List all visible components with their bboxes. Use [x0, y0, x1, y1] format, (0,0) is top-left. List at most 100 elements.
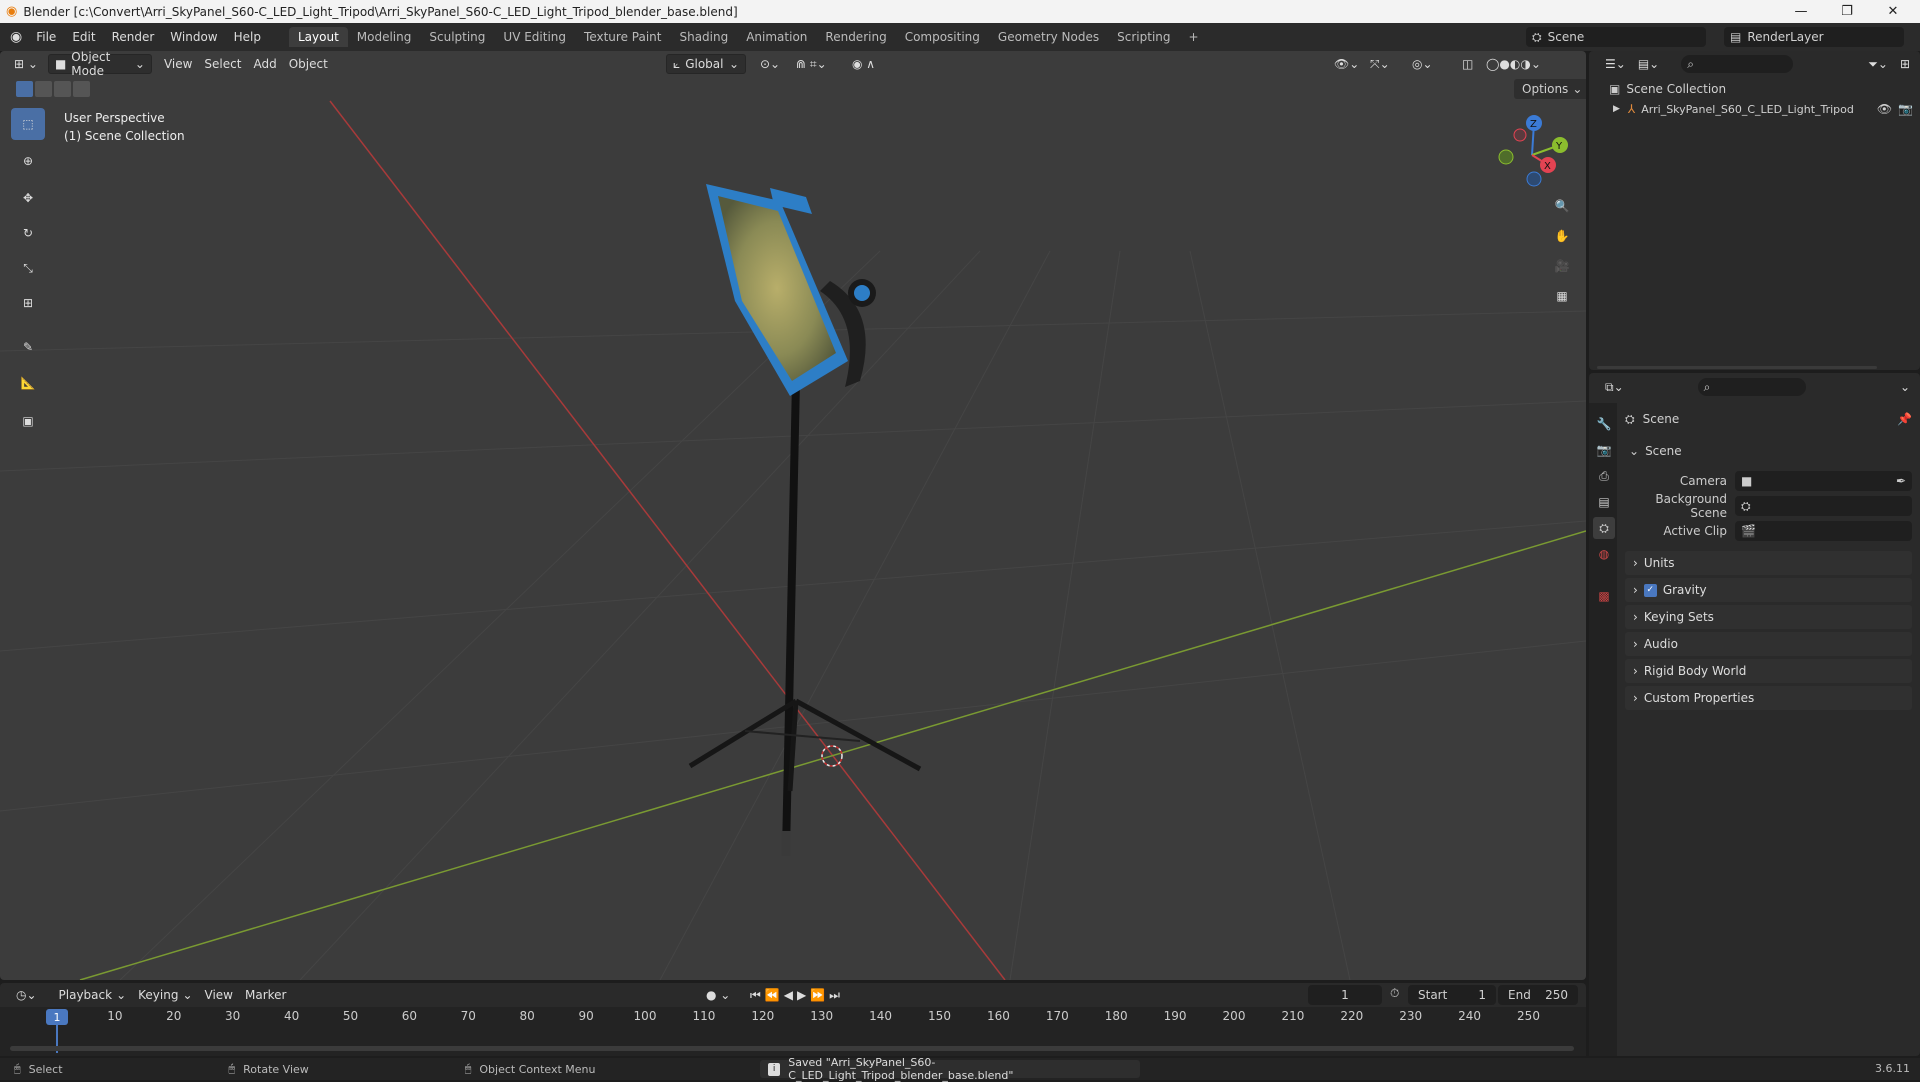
world-tab[interactable]: ◍: [1593, 543, 1615, 565]
maximize-button[interactable]: ❐: [1824, 0, 1870, 23]
menu-file[interactable]: File: [28, 30, 64, 44]
current-frame-field[interactable]: 1: [1308, 985, 1382, 1005]
snap-icon[interactable]: ⋒ ⌗⌄: [790, 54, 833, 74]
scene-tab[interactable]: ⛭: [1593, 517, 1615, 539]
scale-tool[interactable]: ⤡: [11, 252, 45, 284]
custom-properties-panel[interactable]: › Custom Properties: [1625, 686, 1912, 710]
view-layer-tab[interactable]: ▤: [1593, 491, 1615, 513]
end-frame-field[interactable]: End 250: [1498, 985, 1578, 1005]
menu-object[interactable]: Object: [283, 54, 334, 74]
tab-sculpting[interactable]: Sculpting: [420, 27, 494, 47]
texture-tab[interactable]: ▩: [1593, 585, 1615, 607]
tab-geometry-nodes[interactable]: Geometry Nodes: [989, 27, 1108, 47]
menu-help[interactable]: Help: [226, 30, 269, 44]
render-tab[interactable]: 📷: [1593, 439, 1615, 461]
pan-view-button[interactable]: ✋: [1548, 222, 1576, 250]
select-box-tool[interactable]: ⬚: [11, 108, 45, 140]
overlay-toggle-icon[interactable]: ◎⌄: [1406, 54, 1439, 74]
transform-orientation-dropdown[interactable]: ⟀ Global ⌄: [666, 54, 746, 74]
pivot-point-icon[interactable]: ⊙⌄: [754, 54, 786, 74]
scene-selector[interactable]: ⛭ Scene: [1526, 27, 1706, 47]
menu-add[interactable]: Add: [247, 54, 282, 74]
ortho-toggle-button[interactable]: ▦: [1548, 282, 1576, 310]
tab-compositing[interactable]: Compositing: [896, 27, 989, 47]
playback-menu[interactable]: Playback ⌄: [53, 985, 133, 1005]
timeline-scrollbar[interactable]: [10, 1046, 1574, 1051]
annotate-tool[interactable]: ✎: [11, 331, 45, 363]
chevron-down-icon[interactable]: ⌄: [1894, 377, 1916, 397]
camera-render-icon[interactable]: 📷: [1898, 102, 1913, 116]
scene-panel-header[interactable]: ⌄ Scene: [1629, 441, 1682, 461]
select-intersect-icon[interactable]: [73, 81, 90, 97]
tab-rendering[interactable]: Rendering: [816, 27, 895, 47]
timeline-ruler[interactable]: 10 20 30 40 50 60 70 80 90 100 110 120 130 140 150 160 1…: [0, 1007, 1586, 1056]
transform-tool[interactable]: ⊞: [11, 287, 45, 319]
rotate-tool[interactable]: ↻: [11, 217, 45, 249]
menu-window[interactable]: Window: [162, 30, 225, 44]
visibility-icon[interactable]: 👁⌄: [1328, 54, 1365, 74]
proportional-edit-icon[interactable]: ◉ ∧: [846, 54, 881, 74]
new-collection-icon[interactable]: ⊞: [1894, 54, 1916, 74]
keying-menu[interactable]: Keying ⌄: [132, 985, 198, 1005]
menu-render[interactable]: Render: [104, 30, 163, 44]
blender-menu-icon[interactable]: ◉: [10, 29, 22, 45]
outliner-item[interactable]: ▶ ⅄ Arri_SkyPanel_S60_C_LED_Light_Tripod…: [1613, 99, 1913, 119]
cursor-tool[interactable]: ⊕: [11, 145, 45, 177]
tab-animation[interactable]: Animation: [737, 27, 816, 47]
select-new-icon[interactable]: [16, 81, 33, 97]
properties-editor-icon[interactable]: ⧉⌄: [1599, 377, 1630, 397]
tab-uv-editing[interactable]: UV Editing: [494, 27, 575, 47]
navigation-gizmo[interactable]: Z Y X: [1498, 115, 1568, 187]
timeline-view-menu[interactable]: View: [199, 985, 239, 1005]
xray-toggle-icon[interactable]: ◫: [1456, 54, 1479, 74]
scene-collection-row[interactable]: ▣ Scene Collection: [1609, 79, 1726, 99]
playback-controls[interactable]: ⏮⏪◀▶⏩⏭: [744, 985, 850, 1005]
pin-icon[interactable]: 📌: [1897, 412, 1912, 426]
gizmo-toggle-icon[interactable]: ⤧⌄: [1364, 54, 1396, 74]
tab-texture-paint[interactable]: Texture Paint: [575, 27, 670, 47]
properties-search-input[interactable]: ⌕: [1697, 378, 1806, 396]
tab-shading[interactable]: Shading: [670, 27, 737, 47]
audio-panel[interactable]: › Audio: [1625, 632, 1912, 656]
display-mode-icon[interactable]: ▤⌄: [1632, 54, 1665, 74]
menu-edit[interactable]: Edit: [64, 30, 103, 44]
active-clip-field[interactable]: 🎬: [1735, 521, 1912, 541]
record-icon[interactable]: ● ⌄: [700, 985, 736, 1005]
tab-modeling[interactable]: Modeling: [348, 27, 421, 47]
output-tab[interactable]: ⎙: [1593, 465, 1615, 487]
eyedropper-icon[interactable]: ✒: [1896, 474, 1906, 488]
tab-layout[interactable]: Layout: [288, 27, 348, 47]
tool-tab[interactable]: 🔧: [1593, 413, 1615, 435]
filter-icon[interactable]: ⏷⌄: [1862, 54, 1894, 74]
close-button[interactable]: ✕: [1870, 0, 1916, 23]
measure-tool[interactable]: 📐: [11, 367, 45, 399]
menu-view[interactable]: View: [158, 54, 198, 74]
add-cube-tool[interactable]: ▣: [11, 405, 45, 437]
select-extend-icon[interactable]: [35, 81, 52, 97]
marker-menu[interactable]: Marker: [239, 985, 292, 1005]
outliner-scrollbar[interactable]: [1597, 366, 1877, 369]
eye-icon[interactable]: 👁: [1877, 102, 1892, 116]
menu-select[interactable]: Select: [198, 54, 247, 74]
expand-arrow-icon[interactable]: ▶: [1613, 104, 1620, 114]
3d-viewport[interactable]: Z Y X ⊞ ⌄ ■ Object Mode ⌄ View Select Ad…: [0, 51, 1586, 980]
camera-view-button[interactable]: 🎥: [1548, 252, 1576, 280]
outliner-search-input[interactable]: ⌕: [1681, 55, 1794, 73]
start-frame-field[interactable]: Start 1: [1408, 985, 1496, 1005]
units-panel[interactable]: › Units: [1625, 551, 1912, 575]
viewlayer-selector[interactable]: ▤ RenderLayer: [1724, 27, 1904, 47]
add-workspace-button[interactable]: +: [1180, 27, 1208, 47]
keying-sets-panel[interactable]: › Keying Sets: [1625, 605, 1912, 629]
rigid-body-world-panel[interactable]: › Rigid Body World: [1625, 659, 1912, 683]
options-dropdown[interactable]: Options ⌄: [1514, 79, 1586, 99]
mode-dropdown[interactable]: ■ Object Mode ⌄: [47, 51, 152, 78]
stopwatch-icon[interactable]: ⏱: [1390, 986, 1399, 1001]
editor-type-button[interactable]: ⊞ ⌄: [8, 54, 44, 74]
background-scene-field[interactable]: ⛭: [1735, 496, 1912, 516]
shading-modes-icon[interactable]: ◯●◐◑⌄: [1480, 54, 1547, 74]
playhead-indicator[interactable]: 1: [46, 1009, 68, 1025]
move-tool[interactable]: ✥: [11, 182, 45, 214]
gravity-panel[interactable]: › ✓ Gravity: [1625, 578, 1912, 602]
select-subtract-icon[interactable]: [54, 81, 71, 97]
tab-scripting[interactable]: Scripting: [1108, 27, 1179, 47]
